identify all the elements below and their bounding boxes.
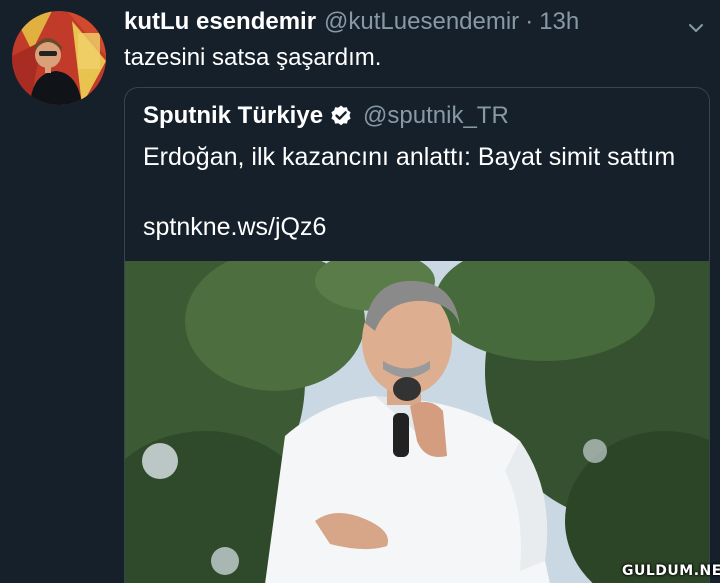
avatar[interactable] [12, 11, 106, 105]
chevron-down-icon[interactable] [688, 22, 704, 34]
author-handle[interactable]: @kutLuesendemir [324, 8, 519, 36]
tweet-text: tazesini satsa şaşardım. [124, 44, 382, 71]
tweet-header: kutLu esendemir @kutLuesendemir · 13h [124, 8, 579, 40]
author-name[interactable]: kutLu esendemir [124, 8, 316, 36]
quoted-tweet[interactable]: Sputnik Türkiye @sputnik_TR Erdoğan, ilk… [124, 87, 710, 583]
quoted-tweet-header: Sputnik Türkiye @sputnik_TR [143, 102, 509, 130]
site-watermark: GULDUM.NET [622, 563, 720, 579]
quoted-author-name: Sputnik Türkiye [143, 102, 324, 129]
quoted-tweet-link[interactable]: sptnkne.ws/jQz6 [143, 210, 326, 244]
timestamp[interactable]: 13h [539, 8, 579, 36]
speaker-photo [125, 261, 709, 583]
avatar-image [12, 11, 106, 105]
quoted-tweet-text: Erdoğan, ilk kazancını anlattı: Bayat si… [143, 143, 676, 171]
quoted-author-handle: @sputnik_TR [363, 102, 509, 129]
tweet[interactable]: kutLu esendemir @kutLuesendemir · 13h ta… [0, 0, 720, 583]
verified-badge-icon [331, 105, 351, 126]
quoted-tweet-photo[interactable] [125, 261, 709, 583]
separator-dot: · [525, 8, 534, 35]
